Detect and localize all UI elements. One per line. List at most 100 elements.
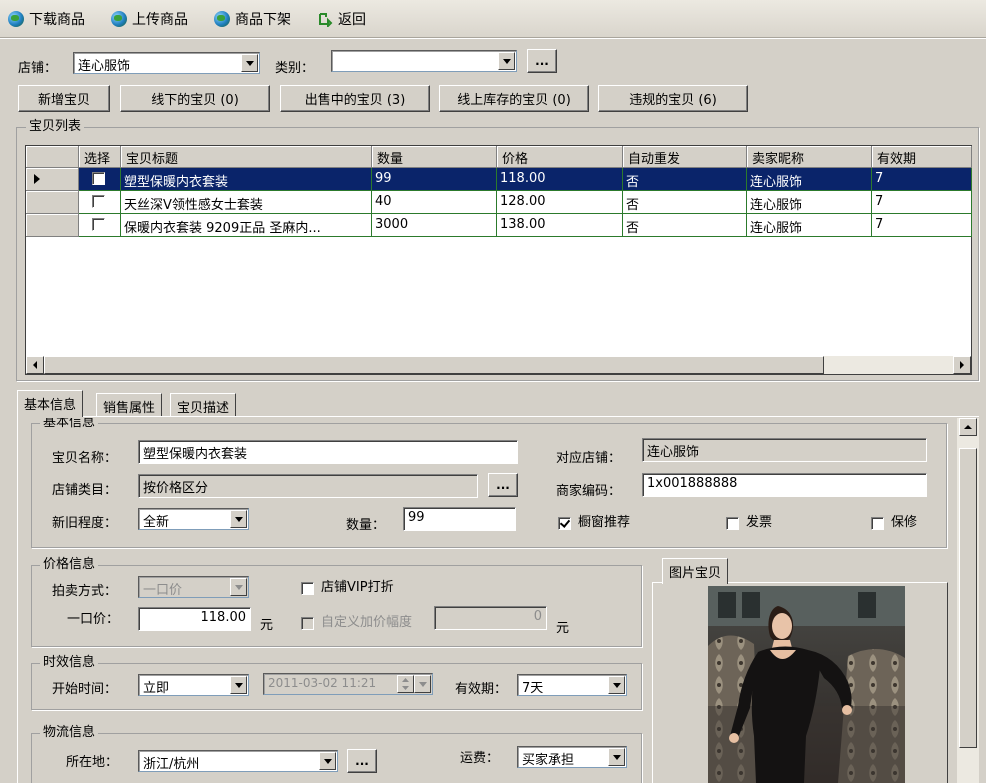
freight-label: 运费： [460,751,500,766]
vip-discount-checkbox[interactable] [301,582,314,595]
warranty-checkbox[interactable] [871,517,884,530]
valid-period-select[interactable]: 7天 [517,674,627,696]
select-cell[interactable] [79,214,121,237]
chevron-down-icon[interactable] [608,748,625,766]
auto-repost-cell: 否 [623,191,747,214]
price-info-group [31,565,642,647]
freight-select[interactable]: 买家承担 [517,746,627,768]
new-item-button[interactable]: 新增宝贝 [18,85,110,112]
tab-item-description[interactable]: 宝贝描述 [170,393,237,417]
chevron-down-icon[interactable] [230,578,247,596]
select-cell[interactable] [79,191,121,214]
store-category-browse-button[interactable]: ... [488,473,518,497]
tab-picture-item[interactable]: 图片宝贝 [662,558,729,584]
window-recommend-checkbox[interactable] [558,517,571,530]
tab-basic-info[interactable]: 基本信息 [17,390,84,417]
category-browse-button[interactable]: ... [527,49,557,73]
table-row[interactable]: 塑型保暖内衣套装 99 118.00 否 连心服饰 7 [26,168,972,191]
location-browse-button[interactable]: ... [347,749,377,773]
column-header[interactable]: 卖家昵称 [747,146,872,168]
auto-repost-cell: 否 [623,214,747,237]
fixed-price-input[interactable]: 118.00 [138,607,251,631]
store-label: 店铺： [18,61,58,76]
grid-header: 选择 宝贝标题 数量 价格 自动重发 卖家昵称 有效期 [26,146,972,168]
qty-cell: 3000 [372,214,497,237]
store-select[interactable]: 连心服饰 [73,52,260,74]
tab-sales-attributes[interactable]: 销售属性 [96,393,163,417]
scrollbar-thumb[interactable] [44,356,824,374]
spin-buttons[interactable] [397,675,414,693]
invoice-label: 发票 [746,515,773,530]
download-items-button[interactable]: 下载商品 [8,8,85,30]
category-select[interactable] [331,50,517,72]
current-row-arrow-icon [34,174,40,184]
warranty-label: 保修 [891,515,918,530]
vertical-scrollbar[interactable] [957,418,979,783]
column-header[interactable]: 价格 [497,146,623,168]
horizontal-scrollbar[interactable] [26,356,971,374]
chevron-down-icon[interactable] [241,54,258,72]
auction-type-label: 拍卖方式： [52,584,118,599]
item-list-title: 宝贝列表 [26,119,85,134]
title-cell: 塑型保暖内衣套装 [121,168,372,191]
store-category-field[interactable]: 按价格区分 [138,474,478,498]
row-header[interactable] [26,214,79,237]
violation-items-button[interactable]: 违规的宝贝 (6) [598,85,748,112]
item-name-label: 宝贝名称： [52,451,118,466]
location-select[interactable]: 浙江/杭州 [138,750,338,772]
invoice-checkbox[interactable] [726,517,739,530]
category-label: 类别： [275,61,315,76]
back-button[interactable]: 返回 [317,8,366,30]
title-cell: 保暖内衣套装 9209正品 圣麻内... [121,214,372,237]
linked-store-field[interactable]: 连心服饰 [642,438,927,462]
globe-icon [111,11,127,27]
auction-type-select[interactable]: 一口价 [138,576,249,598]
merchant-code-label: 商家编码： [556,484,622,499]
custom-increment-checkbox[interactable] [301,617,314,630]
column-header[interactable]: 自动重发 [623,146,747,168]
custom-increment-input[interactable]: 0 [434,606,547,630]
chevron-down-icon[interactable] [608,676,625,694]
merchant-code-input[interactable]: 1x001888888 [642,473,927,497]
quantity-input[interactable]: 99 [403,507,516,531]
condition-select[interactable]: 全新 [138,508,249,530]
price-cell: 138.00 [497,214,623,237]
select-cell[interactable] [79,168,121,191]
start-datetime-picker[interactable]: 2011-03-02 11:21 [263,673,433,695]
column-header[interactable]: 选择 [79,146,121,168]
price-unit: 元 [260,618,274,633]
custom-increment-label: 自定义加价幅度 [321,615,413,630]
row-checkbox[interactable] [92,172,105,185]
table-row[interactable]: 保暖内衣套装 9209正品 圣麻内... 3000 138.00 否 连心服饰 … [26,214,972,237]
chevron-down-icon[interactable] [498,52,515,70]
seller-cell: 连心服饰 [747,214,872,237]
chevron-down-icon[interactable] [414,675,431,693]
offline-items-button[interactable]: 线下的宝贝 (0) [120,85,270,112]
scroll-up-button[interactable] [959,418,977,436]
fixed-price-label: 一口价： [67,612,120,627]
start-time-select[interactable]: 立即 [138,674,249,696]
chevron-down-icon[interactable] [230,510,247,528]
on-sale-items-button[interactable]: 出售中的宝贝 (3) [280,85,430,112]
qty-cell: 99 [372,168,497,191]
row-header[interactable] [26,191,79,214]
row-header[interactable] [26,168,79,191]
column-header[interactable]: 有效期 [872,146,972,168]
in-stock-items-button[interactable]: 线上库存的宝贝 (0) [439,85,589,112]
row-checkbox[interactable] [92,218,105,231]
chevron-down-icon[interactable] [230,676,247,694]
item-name-input[interactable]: 塑型保暖内衣套装 [138,440,518,464]
basic-info-title: 基本信息 [40,418,99,428]
window-recommend-label: 橱窗推荐 [578,515,631,530]
chevron-down-icon[interactable] [319,752,336,770]
column-header[interactable]: 数量 [372,146,497,168]
upload-items-button[interactable]: 上传商品 [111,8,188,30]
scrollbar-thumb[interactable] [959,448,977,748]
scroll-left-button[interactable] [26,356,44,374]
delist-items-button[interactable]: 商品下架 [214,8,291,30]
item-grid[interactable]: 选择 宝贝标题 数量 价格 自动重发 卖家昵称 有效期 塑型保暖内衣套装 99 … [25,145,972,375]
row-checkbox[interactable] [92,195,105,208]
table-row[interactable]: 天丝深V领性感女士套装 40 128.00 否 连心服饰 7 [26,191,972,214]
column-header[interactable]: 宝贝标题 [121,146,372,168]
scroll-right-button[interactable] [953,356,971,374]
